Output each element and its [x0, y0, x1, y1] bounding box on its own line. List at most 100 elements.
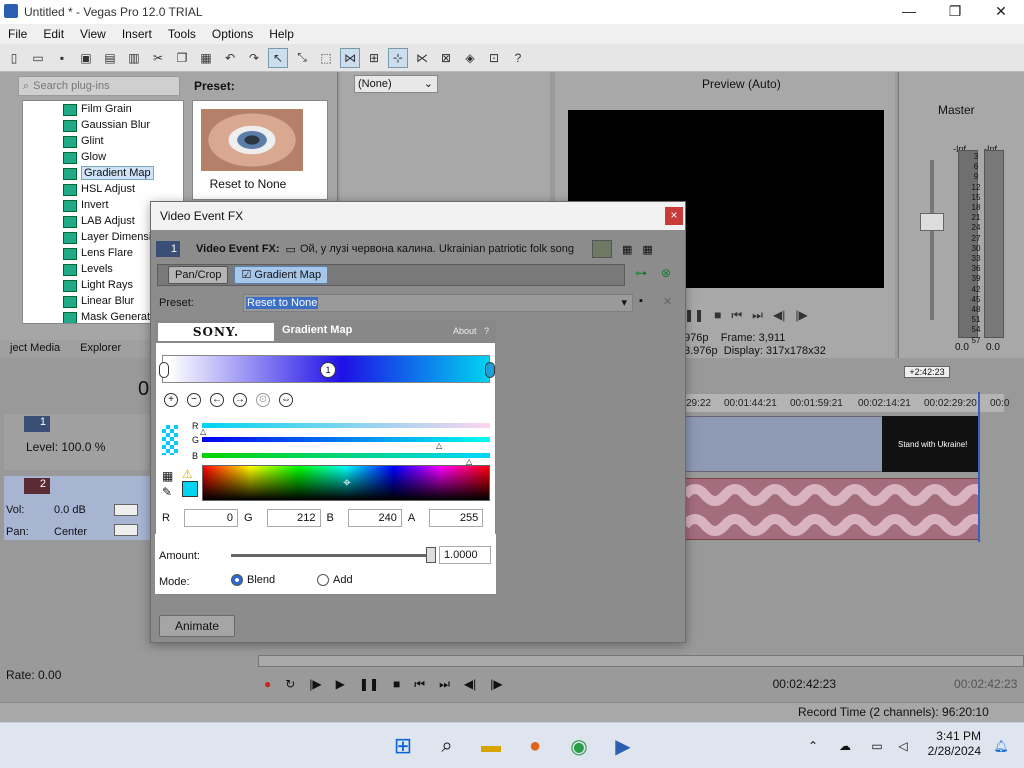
maximize-icon[interactable]: ❐	[932, 0, 978, 24]
blue-channel-slider[interactable]	[202, 453, 490, 458]
clock[interactable]: 3:41 PM 2/28/2024	[925, 729, 981, 759]
gradient-start-handle[interactable]	[159, 362, 169, 378]
menu-options[interactable]: Options	[204, 27, 261, 41]
palette-icon[interactable]: ▦	[162, 469, 173, 483]
start-icon[interactable]: ⊞	[390, 733, 416, 759]
pause-icon[interactable]: ❚❚	[359, 677, 379, 691]
save-preset-icon[interactable]: ▪	[639, 295, 643, 307]
audio-clip[interactable]	[684, 478, 980, 540]
a-input[interactable]: 255	[429, 509, 484, 527]
menu-tools[interactable]: Tools	[160, 27, 204, 41]
plugin-item[interactable]: Film Grain	[23, 101, 183, 117]
go-to-end-icon[interactable]: ⏭	[439, 677, 450, 692]
gradient-handle[interactable]: 1	[320, 362, 336, 378]
envelope-tool-icon[interactable]: ⤡	[292, 48, 312, 68]
cut-icon[interactable]: ✂	[148, 48, 168, 68]
plugin-search-input[interactable]: ⌕ Search plug-ins	[18, 76, 180, 96]
red-channel-slider[interactable]	[202, 423, 490, 428]
remove-plugin-icon[interactable]: ⊗	[661, 266, 671, 280]
red-marker-icon[interactable]: △	[200, 427, 206, 436]
lock-envelopes-icon[interactable]: ⊞	[364, 48, 384, 68]
display-icon[interactable]: ▭	[864, 733, 890, 759]
grid-icon[interactable]: ▦	[622, 243, 632, 256]
menu-view[interactable]: View	[72, 27, 114, 41]
markers-icon[interactable]: ◈	[460, 48, 480, 68]
picker-crosshair-icon[interactable]: ⌖	[343, 474, 351, 491]
b-input[interactable]: 240	[347, 509, 402, 527]
ignore-grouping-icon[interactable]: ⊡	[484, 48, 504, 68]
dialog-close-button[interactable]: ×	[665, 207, 683, 225]
color-spectrum[interactable]: ⌖	[202, 465, 490, 501]
snapping-icon[interactable]: ⊹	[388, 47, 408, 68]
new-icon[interactable]: ▯	[4, 48, 24, 68]
stop-icon[interactable]: ■	[393, 677, 400, 691]
stop-icon[interactable]: ■	[714, 308, 721, 323]
add-handle-icon[interactable]: +	[164, 393, 178, 407]
plugin-item[interactable]: Glint	[23, 133, 183, 149]
normal-edit-tool-icon[interactable]: ↖	[268, 47, 288, 68]
preset-input[interactable]: Reset to None ▾	[243, 294, 633, 312]
cursor-position[interactable]: 00:02:42:23	[773, 677, 836, 691]
save-as-icon[interactable]: ▣	[76, 48, 96, 68]
auto-crossfade-icon[interactable]: ⋉	[412, 48, 432, 68]
open-icon[interactable]: ▭	[28, 48, 48, 68]
next-frame-icon[interactable]: |▶	[490, 677, 502, 691]
chevron-up-icon[interactable]: ⌃	[800, 733, 826, 759]
volume-slider[interactable]	[114, 504, 138, 516]
menu-file[interactable]: File	[0, 27, 35, 41]
gradient-end-handle[interactable]	[485, 362, 495, 378]
gradient-bar[interactable]: 1	[159, 355, 495, 383]
plugin-item[interactable]: HSL Adjust	[23, 181, 183, 197]
reverse-icon[interactable]: ⇔	[279, 393, 293, 407]
close-icon[interactable]: ✕	[978, 0, 1024, 24]
next-frame-icon[interactable]: |▶	[795, 308, 807, 323]
plugin-item[interactable]: Glow	[23, 149, 183, 165]
undo-icon[interactable]: ↶	[220, 48, 240, 68]
search-icon[interactable]: ⌕	[434, 733, 460, 759]
move-right-icon[interactable]: →	[233, 393, 247, 407]
menu-insert[interactable]: Insert	[114, 27, 160, 41]
file-explorer-icon[interactable]: ▬	[478, 733, 504, 759]
master-fader-handle[interactable]	[920, 213, 944, 231]
play-from-start-icon[interactable]: |▶	[309, 677, 321, 691]
split-screen-icon[interactable]	[591, 240, 612, 258]
chrome-icon[interactable]: ◉	[566, 733, 592, 759]
prev-frame-icon[interactable]: ◀|	[773, 308, 785, 323]
mode-blend-radio[interactable]: Blend	[231, 574, 275, 587]
remove-handle-icon[interactable]: −	[187, 393, 201, 407]
chain-pan-crop[interactable]: Pan/Crop	[168, 266, 229, 284]
mode-add-radio[interactable]: Add	[317, 574, 353, 587]
green-channel-slider[interactable]	[202, 437, 490, 442]
copy-icon[interactable]: ❐	[172, 48, 192, 68]
g-input[interactable]: 212	[266, 509, 321, 527]
tab-explorer[interactable]: Explorer	[70, 340, 131, 358]
animate-button[interactable]: Animate	[159, 615, 235, 637]
distribute-icon[interactable]: ⊙	[256, 393, 270, 407]
chain-gradient-map[interactable]: ☑ Gradient Map	[234, 266, 329, 284]
tab-project-media[interactable]: ject Media	[0, 340, 70, 358]
plugin-item[interactable]: Gaussian Blur	[23, 117, 183, 133]
help-cursor-icon[interactable]: ?	[508, 48, 528, 68]
menu-help[interactable]: Help	[261, 27, 302, 41]
auto-ripple-icon[interactable]: ⋈	[340, 47, 360, 68]
go-to-start-icon[interactable]: ⏮	[731, 308, 742, 323]
render-icon[interactable]: ▤	[100, 48, 120, 68]
preset-card[interactable]: Reset to None	[192, 100, 328, 200]
pan-slider[interactable]	[114, 524, 138, 536]
redo-icon[interactable]: ↷	[244, 48, 264, 68]
vegas-taskbar-icon[interactable]: ▶	[610, 733, 636, 759]
move-left-icon[interactable]: ←	[210, 393, 224, 407]
firefox-icon[interactable]: ●	[522, 733, 548, 759]
amount-input[interactable]: 1.0000	[439, 546, 491, 564]
notification-bell-icon[interactable]: 🔔︎	[988, 733, 1014, 759]
properties-icon[interactable]: ▥	[124, 48, 144, 68]
prev-frame-icon[interactable]: ◀|	[464, 677, 476, 691]
speaker-icon[interactable]: ◁	[890, 733, 916, 759]
record-icon[interactable]: ●	[264, 677, 271, 691]
amount-slider-thumb[interactable]	[426, 547, 436, 563]
delete-preset-icon[interactable]: ✕	[663, 295, 672, 308]
menu-edit[interactable]: Edit	[35, 27, 72, 41]
amount-slider[interactable]	[231, 547, 436, 563]
r-input[interactable]: 0	[183, 509, 238, 527]
selection-end[interactable]: 00:02:42:23	[954, 677, 1017, 691]
